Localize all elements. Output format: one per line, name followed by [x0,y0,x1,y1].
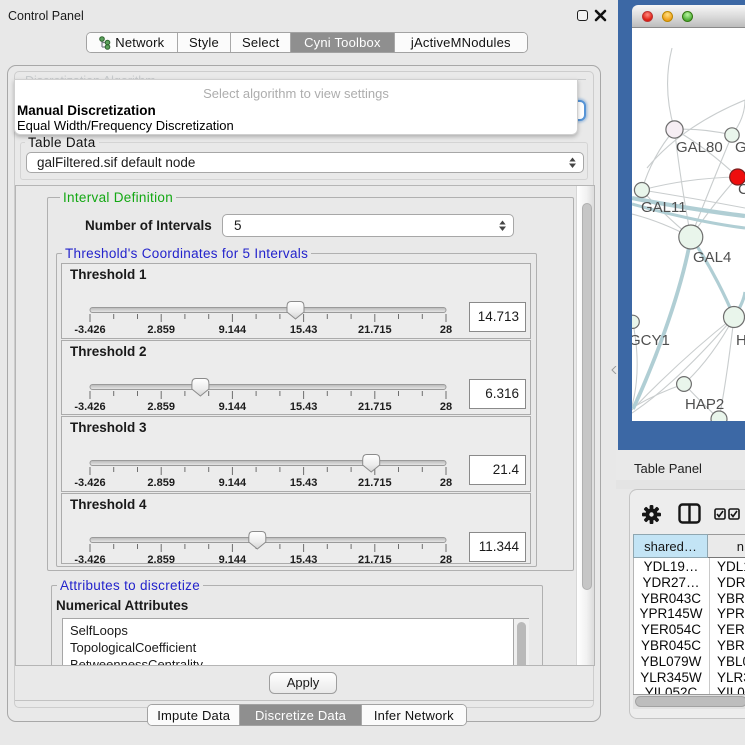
svg-text:2.859: 2.859 [147,554,175,566]
svg-text:9.144: 9.144 [219,324,247,336]
svg-text:GCY1: GCY1 [632,332,670,349]
svg-text:21.715: 21.715 [358,324,392,336]
svg-text:9.144: 9.144 [219,554,247,566]
svg-text:2.859: 2.859 [147,324,175,336]
svg-text:2.859: 2.859 [147,401,175,413]
svg-text:HAP2: HAP2 [685,396,724,413]
svg-text:28: 28 [440,324,452,336]
svg-text:28: 28 [440,554,452,566]
svg-text:15.43: 15.43 [290,324,318,336]
svg-text:21.715: 21.715 [358,554,392,566]
svg-text:9.144: 9.144 [219,401,247,413]
svg-text:2.859: 2.859 [147,477,175,489]
svg-text:C: C [738,181,745,198]
svg-text:-3.426: -3.426 [74,554,105,566]
svg-text:GAL80: GAL80 [676,139,723,156]
svg-text:GAL11: GAL11 [641,199,687,216]
svg-text:H: H [736,332,745,349]
svg-text:9.144: 9.144 [219,477,247,489]
svg-text:21.715: 21.715 [358,401,392,413]
svg-text:GAL4: GAL4 [693,249,731,266]
svg-text:28: 28 [440,477,452,489]
svg-text:15.43: 15.43 [290,401,318,413]
svg-text:-3.426: -3.426 [74,477,105,489]
svg-text:28: 28 [440,401,452,413]
svg-text:15.43: 15.43 [290,477,318,489]
svg-text:-3.426: -3.426 [74,324,105,336]
svg-text:-3.426: -3.426 [74,401,105,413]
svg-text:15.43: 15.43 [290,554,318,566]
svg-text:GAL: GAL [735,139,745,156]
svg-text:21.715: 21.715 [358,477,392,489]
